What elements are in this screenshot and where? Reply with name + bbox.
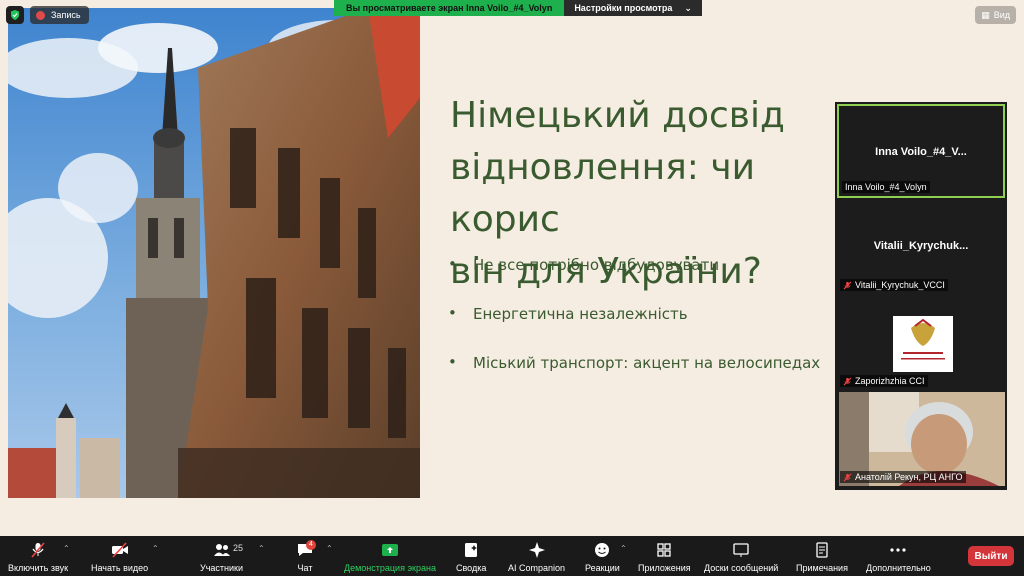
video-off-icon [111,542,128,558]
top-bar: Запись Вы просматриваете экран Inna Voil… [0,0,1024,30]
start-video-button[interactable]: Начать видео [91,536,148,576]
participant-name-label: Inna Voilo_#4_Volyn [842,181,930,193]
screen-share-banner: Вы просматриваете экран Inna Voilo_#4_Vo… [334,0,702,16]
apps-button[interactable]: Приложения [638,536,691,576]
view-button[interactable]: ▦ Вид [975,6,1016,24]
chat-options-caret[interactable]: ⌃ [326,544,333,553]
chat-unread-badge: 4 [306,540,316,550]
participant-label-text: Анатолій Рекун, РЦ АНГО [855,472,963,482]
participant-name-label: Vitalii_Kyrychuk_VCCI [840,279,948,291]
recording-label: Запись [51,10,81,20]
participant-label-text: Vitalii_Kyrychuk_VCCI [855,280,945,290]
participant-tile[interactable]: Vitalii_Kyrychuk... Vitalii_Kyrychuk_VCC… [837,200,1005,294]
whiteboard-icon [733,543,749,557]
more-label: Дополнительно [866,563,931,573]
chat-label: Чат [297,563,313,573]
notes-icon [816,542,828,558]
view-options-label: Настройки просмотра [574,3,673,13]
reactions-options-caret[interactable]: ⌃ [620,544,627,553]
slide-bullet: Міський транспорт: акцент на велосипедах [446,353,820,403]
share-screen-button[interactable]: Демонстрация экрана [344,536,436,576]
chamber-logo-image [893,316,953,372]
reactions-button[interactable]: Реакции [585,536,620,576]
summary-label: Сводка [456,563,487,573]
slide-bullet: Енергетична незалежність [446,304,820,354]
apps-icon [657,543,671,557]
more-button[interactable]: Дополнительно [866,536,931,576]
participants-count: 25 [233,543,244,553]
recording-indicator[interactable]: Запись [30,6,89,24]
slide-bullet-list: Не все потрібно відбудовувати Енергетичн… [446,255,820,403]
summary-icon [465,543,478,557]
unmute-button[interactable]: Включить звук [8,536,68,576]
mic-off-icon [843,473,852,481]
participants-icon [213,544,230,556]
participants-options-caret[interactable]: ⌃ [258,544,265,553]
video-options-caret[interactable]: ⌃ [152,544,159,553]
record-icon [36,10,45,20]
notes-label: Примечания [796,563,848,573]
participant-display-name: Vitalii_Kyrychuk... [873,240,969,252]
notes-button[interactable]: Примечания [796,536,848,576]
ruined-building-image [8,8,420,498]
ai-companion-label: AI Companion [508,563,566,573]
sparkle-icon [528,542,545,558]
participant-display-name: Inna Voilo_#4_V... [875,146,967,158]
share-screen-label: Демонстрация экрана [344,563,436,573]
mic-off-icon [843,377,852,385]
zoom-window: { "topbar": { "recording_label": "Запись… [0,0,1024,576]
security-shield-icon[interactable] [6,6,24,24]
view-options-button[interactable]: Настройки просмотра ⌄ [564,0,702,16]
participant-name-label: Анатолій Рекун, РЦ АНГО [840,471,966,483]
grid-icon: ▦ [981,9,990,20]
view-button-label: Вид [993,10,1010,20]
start-video-label: Начать видео [91,563,149,573]
mic-off-icon [31,542,45,558]
summary-button[interactable]: Сводка [456,536,486,576]
participant-tile[interactable]: Inna Voilo_#4_V... Inna Voilo_#4_Volyn [837,104,1005,198]
slide-photo-dresden-ruins [8,8,420,498]
participant-panel: Inna Voilo_#4_V... Inna Voilo_#4_Volyn V… [835,102,1007,490]
apps-label: Приложения [638,563,691,573]
participants-button[interactable]: Участники [200,536,243,576]
participant-label-text: Inna Voilo_#4_Volyn [845,182,927,192]
audio-options-caret[interactable]: ⌃ [63,544,70,553]
leave-button[interactable]: Выйти [968,546,1014,566]
ai-companion-button[interactable]: AI Companion [508,536,565,576]
meeting-toolbar: Включить звук ⌃ Начать видео ⌃ Участники… [0,536,1024,576]
share-banner-text: Вы просматриваете экран Inna Voilo_#4_Vo… [334,0,565,16]
unmute-label: Включить звук [8,563,69,573]
participant-name-label: Zaporizhzhia CCI [840,375,928,387]
more-dots-icon [890,548,906,552]
share-screen-icon [381,544,398,556]
smiley-icon [595,543,610,557]
chevron-down-icon: ⌄ [684,2,692,13]
mic-off-icon [843,281,852,289]
participant-label-text: Zaporizhzhia CCI [855,376,925,386]
whiteboards-button[interactable]: Доски сообщений [704,536,778,576]
participant-tile[interactable]: Zaporizhzhia CCI [837,296,1005,390]
whiteboards-label: Доски сообщений [704,563,779,573]
participants-label: Участники [200,563,243,573]
slide-bullet: Не все потрібно відбудовувати [446,255,820,305]
reactions-label: Реакции [585,563,620,573]
participant-tile[interactable]: Анатолій Рекун, РЦ АНГО [837,392,1005,486]
